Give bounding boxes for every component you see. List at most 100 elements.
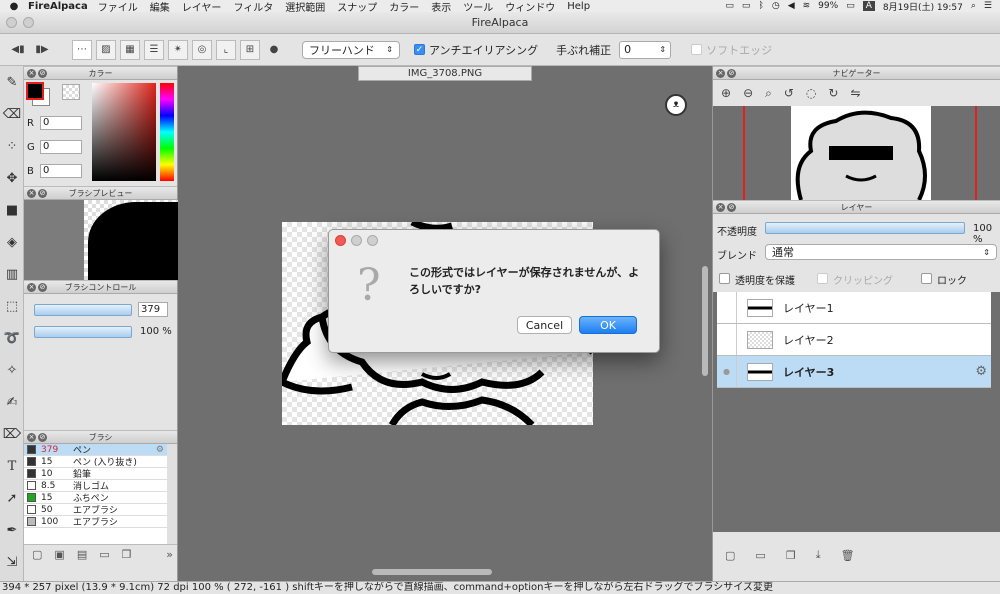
snap-curve-icon[interactable]: ☰: [144, 39, 164, 60]
brush-opacity-slider[interactable]: [34, 326, 132, 338]
close-icon[interactable]: ×: [716, 203, 725, 212]
brush-mode-select[interactable]: フリーハンド ⇕: [302, 40, 400, 59]
menu-color[interactable]: カラー: [389, 0, 419, 13]
menubar-app-name[interactable]: FireAlpaca: [28, 1, 88, 12]
input-source-indicator[interactable]: A: [862, 1, 875, 11]
menu-help[interactable]: Help: [567, 1, 590, 12]
layer-row[interactable]: レイヤー1: [717, 292, 991, 324]
copy-brush-icon[interactable]: ▣: [54, 548, 64, 561]
gear-icon[interactable]: ⚙: [156, 445, 164, 455]
timemachine-icon[interactable]: ◷: [772, 1, 780, 11]
new-folder-icon[interactable]: ▭: [755, 549, 765, 562]
close-icon[interactable]: ×: [27, 283, 36, 292]
brush-size-field[interactable]: 379: [138, 302, 168, 317]
window-minimize-button[interactable]: [23, 17, 34, 28]
snap-grid-icon[interactable]: ▦: [120, 39, 140, 60]
gradient-tool-icon[interactable]: ▥: [0, 258, 24, 290]
gear-icon[interactable]: ⚙: [975, 364, 987, 379]
fill-tool-icon[interactable]: ■: [0, 194, 24, 226]
menu-filter[interactable]: フィルタ: [233, 0, 273, 13]
hue-slider[interactable]: [160, 83, 174, 181]
zoom-in-icon[interactable]: ⊕: [721, 86, 731, 100]
canvas-horizontal-scrollbar[interactable]: [372, 569, 492, 575]
volume-icon[interactable]: ◀: [788, 1, 795, 11]
bluetooth-icon[interactable]: ᛒ: [758, 1, 763, 11]
menu-file[interactable]: ファイル: [98, 0, 138, 13]
select-eraser-tool-icon[interactable]: ⌦: [0, 418, 24, 450]
folder-icon[interactable]: ▭: [99, 548, 109, 561]
airplay-icon[interactable]: ▭: [742, 1, 751, 11]
close-icon[interactable]: ×: [27, 69, 36, 78]
snap-parallel-icon[interactable]: ▨: [96, 39, 116, 60]
collapse-icon[interactable]: ⊘: [727, 69, 736, 78]
collapse-icon[interactable]: ⊘: [38, 189, 47, 198]
duplicate-layer-icon[interactable]: ❐: [786, 549, 796, 562]
magic-wand-tool-icon[interactable]: ✧: [0, 354, 24, 386]
foreground-color-swatch[interactable]: [26, 82, 44, 100]
new-brush-icon[interactable]: ▢: [32, 548, 42, 561]
menu-window[interactable]: ウィンドウ: [505, 0, 555, 13]
r-input[interactable]: 0: [40, 116, 82, 130]
rotate-reset-icon[interactable]: ◌: [806, 86, 816, 100]
canvas-vertical-scrollbar[interactable]: [702, 266, 708, 376]
collapse-icon[interactable]: ⊘: [38, 283, 47, 292]
document-tab[interactable]: IMG_3708.PNG: [358, 66, 532, 81]
dot-tool-icon[interactable]: ⁘: [0, 130, 24, 162]
snap-settings-icon[interactable]: ●: [264, 40, 284, 60]
snap-perspective-icon[interactable]: ⌞: [216, 39, 236, 60]
clipping-checkbox[interactable]: [817, 273, 828, 284]
menu-tool[interactable]: ツール: [463, 0, 493, 13]
bucket-tool-icon[interactable]: ◈: [0, 226, 24, 258]
collapse-icon[interactable]: ⊘: [727, 203, 736, 212]
snap-radial-icon[interactable]: ✴: [168, 39, 188, 60]
snap-circle-icon[interactable]: ◎: [192, 39, 212, 60]
layer-visibility-toggle[interactable]: [717, 324, 737, 355]
new-layer-icon[interactable]: ▢: [725, 549, 735, 562]
eraser-tool-icon[interactable]: ⌫: [0, 98, 24, 130]
b-input[interactable]: 0: [40, 164, 82, 178]
menubar-clock[interactable]: 8月19日(土) 19:57: [883, 0, 963, 13]
soft-edge-checkbox[interactable]: [691, 44, 703, 55]
ok-button[interactable]: OK: [579, 316, 637, 334]
brush-tool-icon[interactable]: ✎: [0, 66, 24, 98]
layer-visibility-toggle[interactable]: [717, 292, 737, 323]
protect-alpha-checkbox[interactable]: [719, 273, 730, 284]
layer-visibility-toggle[interactable]: ●: [717, 356, 737, 387]
saturation-value-picker[interactable]: [92, 83, 156, 181]
redo-icon[interactable]: ▮▶: [32, 40, 52, 60]
cancel-button[interactable]: Cancel: [517, 316, 572, 334]
wifi-icon[interactable]: ≋: [803, 1, 811, 11]
duplicate-icon[interactable]: ❐: [122, 548, 132, 561]
stabilizer-stepper[interactable]: 0 ⇕: [619, 40, 672, 59]
dialog-close-button[interactable]: [335, 235, 346, 246]
chevron-right-icon[interactable]: »: [166, 548, 173, 561]
text-tool-icon[interactable]: T: [0, 450, 24, 482]
navigator-view[interactable]: [713, 106, 1000, 200]
transparent-swatch[interactable]: [62, 84, 80, 100]
menu-edit[interactable]: 編集: [150, 0, 170, 13]
hand-tool-icon[interactable]: ⇲: [0, 546, 24, 578]
lock-checkbox[interactable]: [921, 273, 932, 284]
brush-item[interactable]: 100 エアブラシ: [24, 516, 167, 528]
menu-layer[interactable]: レイヤー: [182, 0, 222, 13]
blend-mode-select[interactable]: 通常 ⇕: [765, 244, 997, 260]
snap-off-icon[interactable]: ⋯: [72, 39, 92, 60]
brush-size-slider[interactable]: [34, 304, 132, 316]
merge-down-icon[interactable]: ⤓: [816, 548, 821, 562]
select-tool-icon[interactable]: ⬚: [0, 290, 24, 322]
battery-icon[interactable]: ▭: [846, 1, 855, 11]
rotate-right-icon[interactable]: ↻: [828, 86, 838, 100]
menu-view[interactable]: 表示: [431, 0, 451, 13]
layer-opacity-slider[interactable]: [765, 222, 965, 234]
zoom-reset-icon[interactable]: ⌕: [765, 86, 772, 101]
move-tool-icon[interactable]: ✥: [0, 162, 24, 194]
menu-selection[interactable]: 選択範囲: [285, 0, 325, 13]
window-close-button[interactable]: [6, 17, 17, 28]
rotate-left-icon[interactable]: ↺: [784, 86, 794, 100]
undo-icon[interactable]: ◀▮: [8, 40, 28, 60]
apple-icon[interactable]: ●: [0, 1, 28, 12]
flip-horizontal-icon[interactable]: ⇋: [850, 86, 860, 100]
import-brush-icon[interactable]: ▤: [77, 548, 87, 561]
zoom-out-icon[interactable]: ⊖: [743, 86, 753, 100]
close-icon[interactable]: ×: [27, 189, 36, 198]
